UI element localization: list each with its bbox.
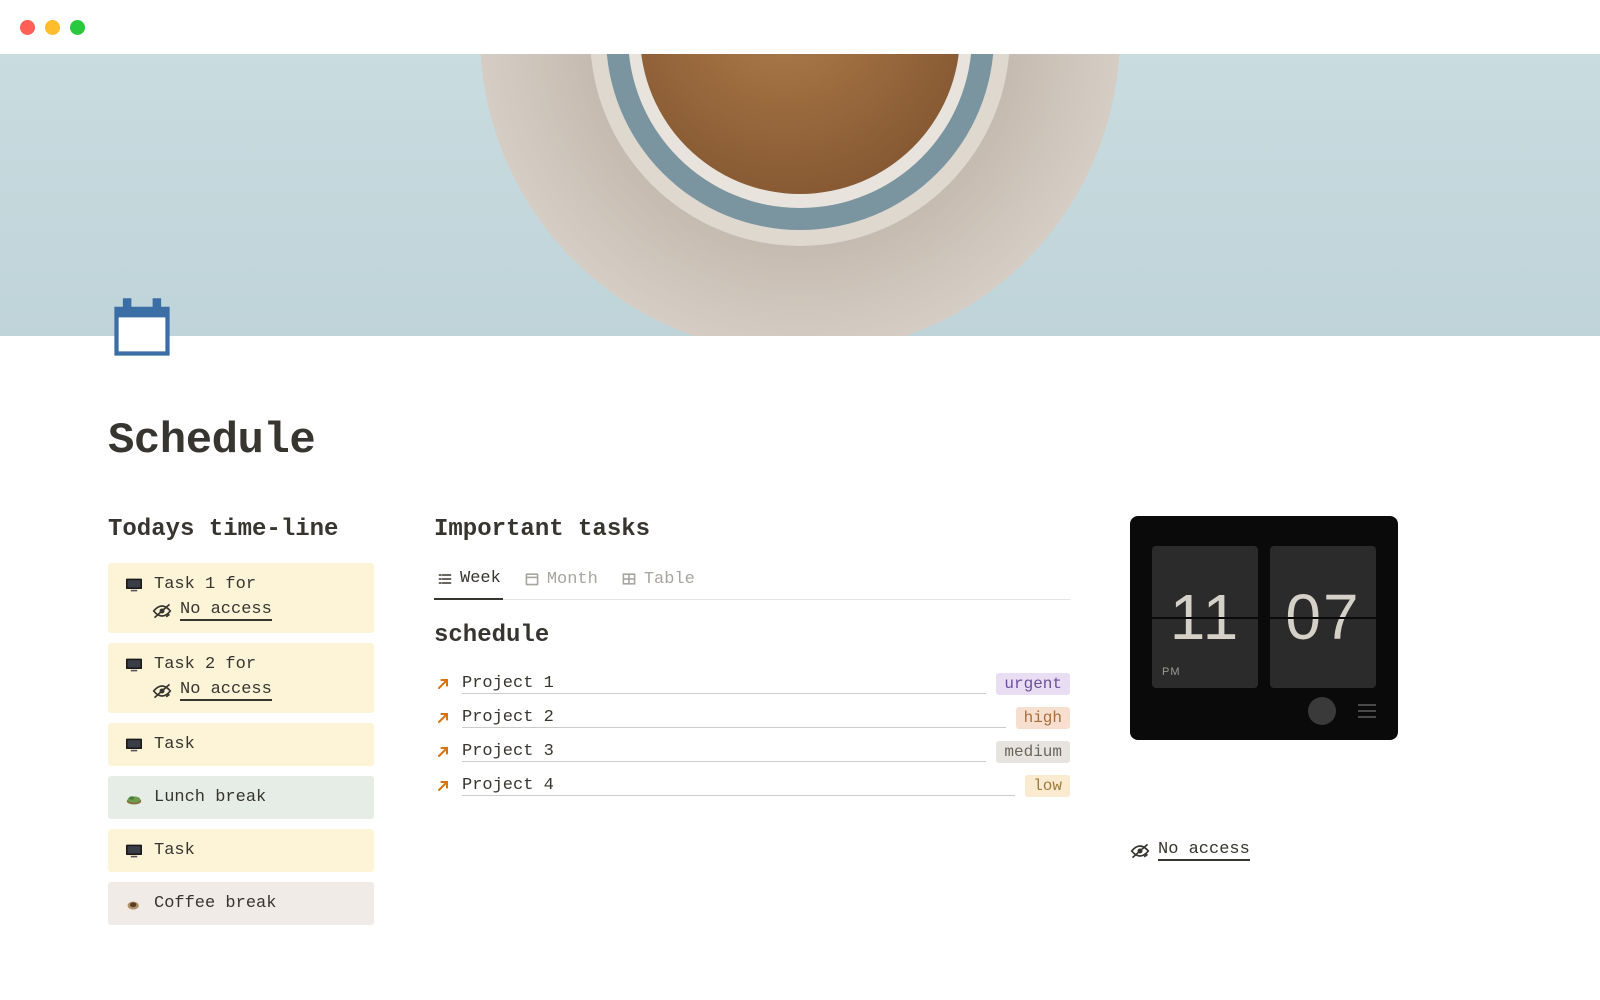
eye-off-icon (1130, 842, 1150, 860)
timeline-row: Coffee break (124, 894, 358, 913)
salad-icon (124, 790, 144, 806)
timeline-item[interactable]: Lunch break (108, 776, 374, 819)
clock-ampm: PM (1162, 666, 1181, 678)
tab-label: Month (547, 570, 598, 589)
calendar-icon (108, 294, 176, 362)
timeline-item[interactable]: Task 1 for No access (108, 563, 374, 633)
coffee-icon (124, 896, 144, 912)
timeline-column: Todays time-line Task 1 forNo accessTask… (108, 516, 374, 935)
timeline-item-label: Coffee break (154, 894, 276, 913)
project-item[interactable]: Project 4 low (434, 771, 1070, 801)
project-item[interactable]: Project 1 urgent (434, 669, 1070, 699)
timeline-item[interactable]: Task 2 for No access (108, 643, 374, 713)
tab-table[interactable]: Table (618, 563, 697, 599)
clock-minutes-text: 07 (1285, 580, 1360, 654)
page-cover[interactable] (0, 54, 1600, 336)
projects-list: Project 1 urgent Project 2 high Project 3 med… (434, 669, 1070, 801)
clock-dot-icon[interactable] (1308, 697, 1336, 725)
arrow-up-right-icon (434, 777, 452, 795)
computer-icon (124, 737, 144, 753)
schedule-title[interactable]: schedule (434, 622, 1070, 649)
columns: Todays time-line Task 1 forNo accessTask… (108, 516, 1492, 935)
clock-flaps: 11 PM 07 (1152, 546, 1376, 688)
no-access-label: No access (180, 680, 272, 701)
timeline-item[interactable]: Task (108, 829, 374, 872)
clock-widget[interactable]: 11 PM 07 (1130, 516, 1398, 740)
timeline-item-label: Task 2 for (154, 655, 256, 674)
page-icon[interactable] (108, 294, 176, 354)
timeline-item-label: Lunch break (154, 788, 266, 807)
timeline-item[interactable]: Task (108, 723, 374, 766)
timeline-item-label: Task (154, 735, 195, 754)
priority-badge: urgent (996, 673, 1070, 695)
no-access-block[interactable]: No access (1130, 840, 1492, 861)
table-view-icon (620, 570, 638, 588)
widgets-column: 11 PM 07 (1130, 516, 1492, 935)
tasks-column: Important tasks WeekMonthTable schedule … (434, 516, 1070, 935)
timeline-row: Task 1 for (124, 575, 358, 594)
timeline-row: Lunch break (124, 788, 358, 807)
project-name: Project 4 (462, 776, 1015, 796)
tab-month[interactable]: Month (521, 563, 600, 599)
project-name: Project 3 (462, 742, 986, 762)
clock-menu-icon[interactable] (1358, 704, 1376, 718)
no-access-row[interactable]: No access (152, 600, 358, 621)
clock-hours: 11 PM (1152, 546, 1258, 688)
computer-icon (124, 577, 144, 593)
tab-label: Week (460, 569, 501, 588)
page-content: Schedule Todays time-line Task 1 for No a… (0, 336, 1600, 935)
page-title[interactable]: Schedule (108, 416, 1492, 466)
timeline-row: Task (124, 841, 358, 860)
no-access-row[interactable]: No access (152, 680, 358, 701)
computer-icon (124, 657, 144, 673)
clock-footer (1152, 688, 1376, 722)
timeline-item[interactable]: Coffee break (108, 882, 374, 925)
view-tabs: Week Month Table (434, 563, 1070, 600)
timeline-row: Task 2 for (124, 655, 358, 674)
arrow-up-right-icon (434, 743, 452, 761)
timeline-list: Task 1 forNo accessTask 2 forNo accessTa… (108, 563, 374, 925)
tasks-heading: Important tasks (434, 516, 1070, 543)
no-access-label: No access (180, 600, 272, 621)
project-item[interactable]: Project 2 high (434, 703, 1070, 733)
arrow-up-right-icon (434, 675, 452, 693)
maximize-window-button[interactable] (70, 20, 85, 35)
title-bar (0, 0, 1600, 54)
tab-week[interactable]: Week (434, 563, 503, 600)
week-view-icon (436, 570, 454, 588)
project-name: Project 1 (462, 674, 986, 694)
computer-icon (124, 843, 144, 859)
timeline-item-label: Task 1 for (154, 575, 256, 594)
project-name: Project 2 (462, 708, 1006, 728)
priority-badge: medium (996, 741, 1070, 763)
timeline-row: Task (124, 735, 358, 754)
priority-badge: high (1016, 707, 1070, 729)
month-view-icon (523, 570, 541, 588)
eye-off-icon (152, 682, 172, 700)
priority-badge: low (1025, 775, 1070, 797)
project-item[interactable]: Project 3 medium (434, 737, 1070, 767)
no-access-label: No access (1158, 840, 1250, 861)
clock-minutes: 07 (1270, 546, 1376, 688)
tab-label: Table (644, 570, 695, 589)
minimize-window-button[interactable] (45, 20, 60, 35)
clock-hours-text: 11 (1170, 580, 1240, 654)
arrow-up-right-icon (434, 709, 452, 727)
timeline-heading: Todays time-line (108, 516, 374, 543)
eye-off-icon (152, 602, 172, 620)
timeline-item-label: Task (154, 841, 195, 860)
close-window-button[interactable] (20, 20, 35, 35)
